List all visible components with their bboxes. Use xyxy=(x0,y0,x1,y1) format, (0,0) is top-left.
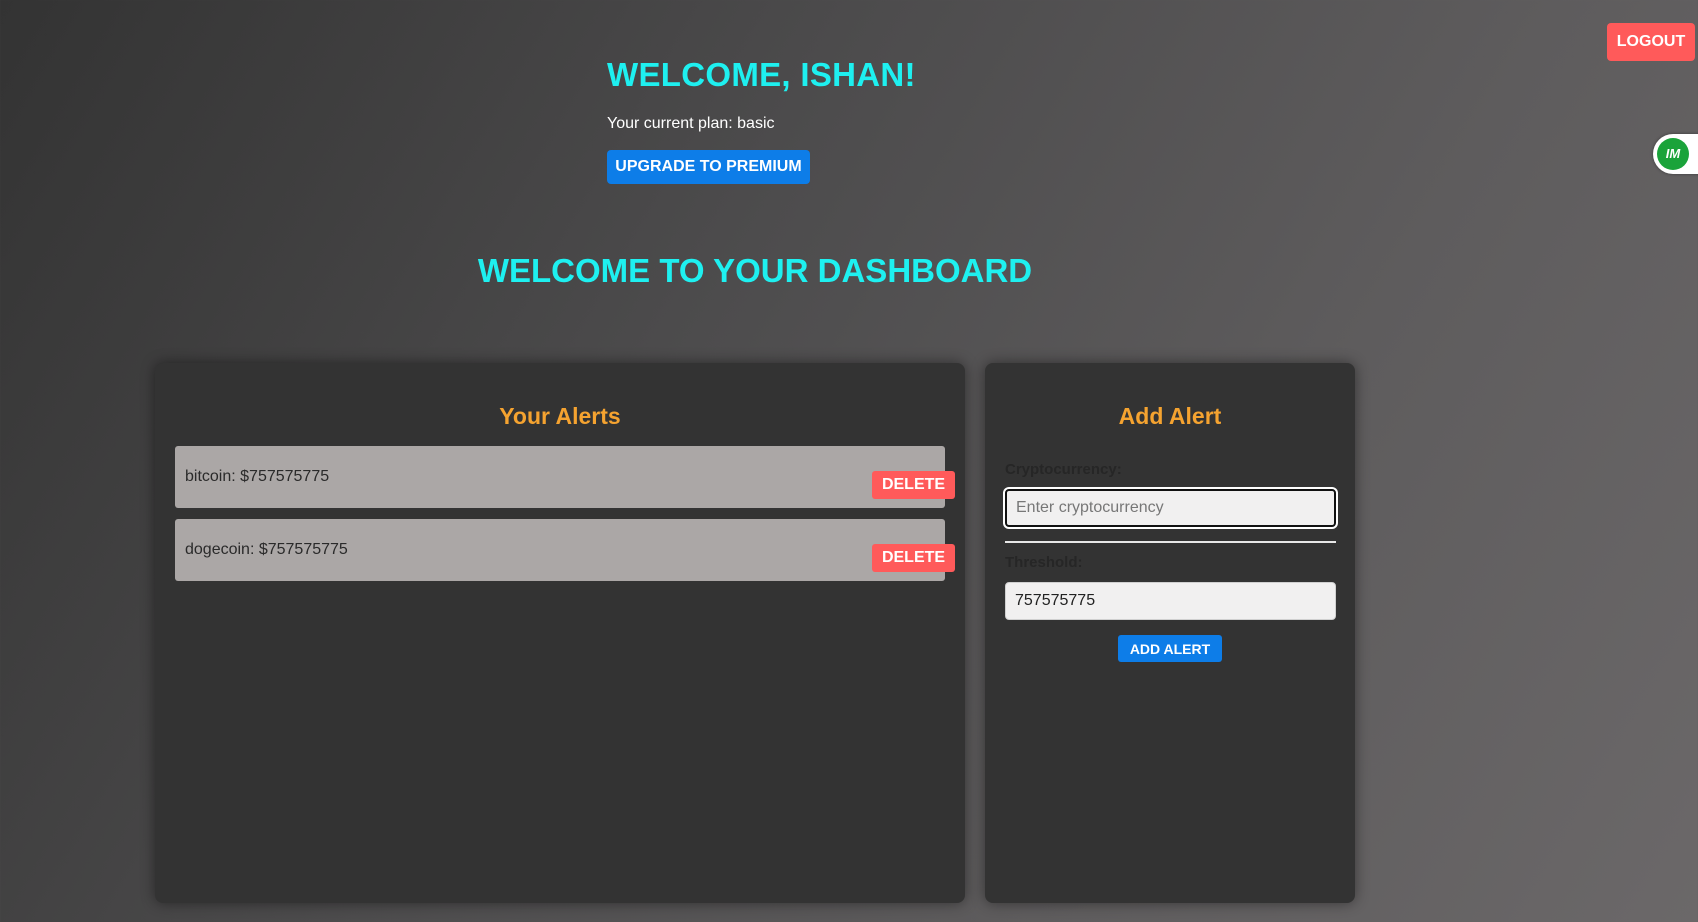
cryptocurrency-input[interactable] xyxy=(1005,489,1336,527)
alert-list-item: dogecoin: $757575775 DELETE xyxy=(175,519,955,581)
alert-text: bitcoin: $757575775 xyxy=(185,468,330,485)
extension-widget[interactable]: IM ⋮ xyxy=(1653,134,1698,174)
threshold-input[interactable] xyxy=(1005,582,1336,620)
extension-badge-icon: IM xyxy=(1657,138,1689,170)
upgrade-premium-button[interactable]: UPGRADE TO PREMIUM xyxy=(607,150,810,184)
add-alert-panel: Add Alert Cryptocurrency: Threshold: ADD… xyxy=(985,363,1355,903)
logout-button[interactable]: LOGOUT xyxy=(1607,23,1695,61)
cryptocurrency-label: Cryptocurrency: xyxy=(1005,461,1122,478)
welcome-heading: WELCOME, ISHAN! xyxy=(607,56,916,93)
form-divider xyxy=(1005,541,1336,543)
alerts-title: Your Alerts xyxy=(499,403,621,429)
alert-list-item: bitcoin: $757575775 DELETE xyxy=(175,446,955,508)
current-plan-text: Your current plan: basic xyxy=(607,115,775,132)
delete-alert-button[interactable]: DELETE xyxy=(872,544,955,572)
threshold-label: Threshold: xyxy=(1005,554,1083,571)
alert-text: dogecoin: $757575775 xyxy=(185,541,348,558)
add-alert-title: Add Alert xyxy=(1118,403,1222,429)
add-alert-button[interactable]: ADD ALERT xyxy=(1118,635,1222,662)
kebab-menu-icon[interactable]: ⋮ xyxy=(1693,142,1698,166)
alerts-panel: Your Alerts bitcoin: $757575775 DELETE d… xyxy=(155,363,965,903)
dashboard-title: WELCOME TO YOUR DASHBOARD xyxy=(477,252,1033,289)
delete-alert-button[interactable]: DELETE xyxy=(872,471,955,499)
